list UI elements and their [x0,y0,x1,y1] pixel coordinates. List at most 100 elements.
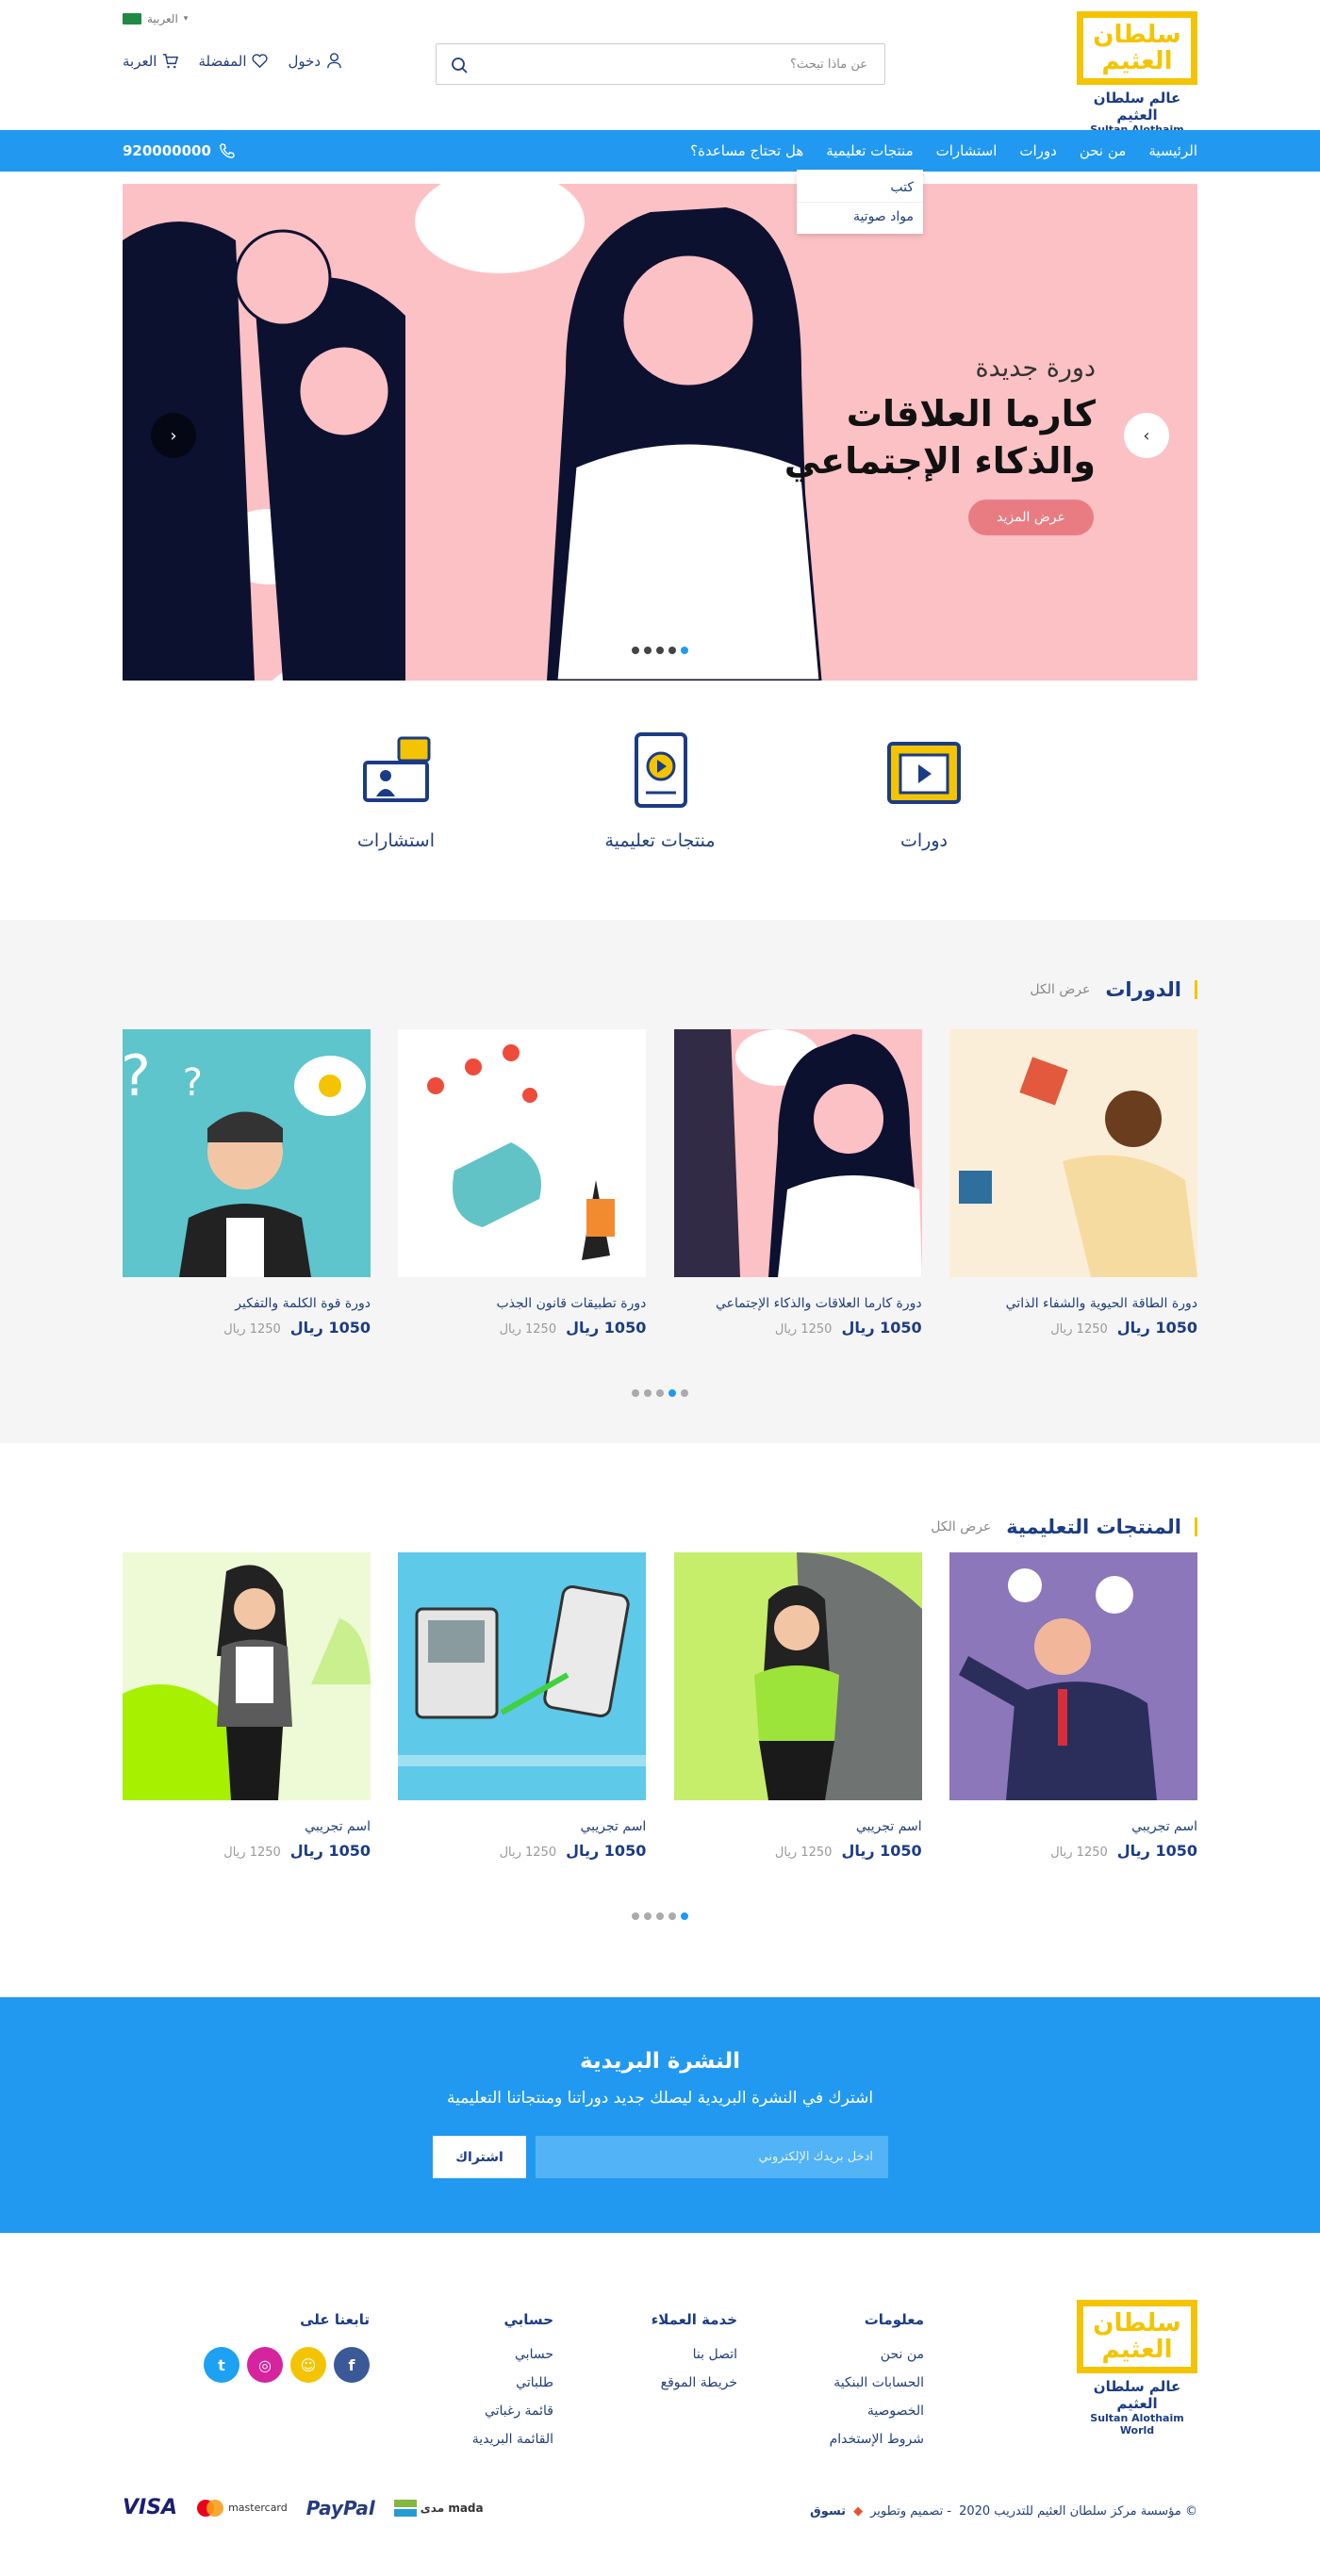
product-card[interactable]: اسم تجريبي 1050 ريال 1250 ريال [673,1552,922,1860]
footer-link-about[interactable]: من نحن [830,2347,924,2362]
favorites-link[interactable]: المفضلة [198,52,269,70]
site-footer: سلطان العثيم عالم سلطان العثيم Sultan Al… [0,2300,1320,2576]
phone-number[interactable]: 920000000 [123,130,236,172]
course-price: 1050 ريال [841,1319,922,1337]
category-consultations[interactable]: استشارات [321,730,471,851]
hero-more-button[interactable]: عرض المزيد [968,500,1094,535]
copyright-text: © مؤسسة مركز سلطان العثيم للتدريب 2020 [959,2504,1197,2519]
twitter-icon[interactable]: t [204,2347,239,2383]
slider-prev-button[interactable]: ‹ [151,413,196,458]
phone-label: 920000000 [123,142,211,159]
course-price: 1050 ريال [1116,1319,1197,1337]
footer-link-sitemap[interactable]: خريطة الموقع [652,2375,737,2390]
footer-follow-column: تابعنا على t ◎ ☺ f [204,2311,370,2396]
slider-dot[interactable] [681,647,688,654]
product-old-price: 1250 ريال [774,1846,833,1860]
product-price: 1050 ريال [841,1842,922,1860]
footer-link-orders[interactable]: طلباتي [472,2375,553,2390]
carousel-dot[interactable] [632,1389,639,1397]
nav-item-about[interactable]: من نحن [1080,142,1127,159]
slider-dot[interactable] [656,647,664,654]
footer-link-terms[interactable]: شروط الإستخدام [830,2432,924,2447]
login-link[interactable]: دخول [288,52,343,70]
footer-link-bank[interactable]: الحسابات البنكية [830,2375,924,2390]
site-logo[interactable]: سلطان العثيم عالم سلطان العثيم Sultan Al… [1077,11,1197,148]
slider-dot[interactable] [668,647,676,654]
product-card[interactable]: اسم تجريبي 1050 ريال 1250 ريال [123,1552,371,1860]
carousel-dot[interactable] [656,1389,664,1397]
course-price: 1050 ريال [566,1319,647,1337]
footer-logo[interactable]: سلطان العثيم عالم سلطان العثيم Sultan Al… [1077,2300,1197,2437]
view-all-link[interactable]: عرض الكل [931,1519,991,1534]
category-courses[interactable]: دورات [849,730,999,851]
slider-dot[interactable] [632,647,639,654]
cart-link[interactable]: العربة [123,52,179,70]
instagram-icon[interactable]: ◎ [247,2347,283,2383]
course-old-price: 1250 ريال [499,1322,557,1337]
footer-info-column: معلومات من نحن الحسابات البنكية الخصوصية… [830,2311,924,2460]
tasawaq-logo-icon: ◆ [853,2504,864,2519]
footer-link-account[interactable]: حسابي [472,2347,553,2362]
footer-link-wishlist[interactable]: قائمة رغباتي [472,2404,553,2419]
product-image [949,1552,1197,1800]
carousel-dot[interactable] [681,1912,688,1920]
footer-link-mailing[interactable]: القائمة البريدية [472,2432,553,2447]
product-image [123,1552,371,1800]
carousel-dot[interactable] [681,1389,688,1397]
courses-dots [632,1389,688,1397]
footer-link-contact[interactable]: اتصل بنا [652,2347,737,2362]
nav-item-consultations[interactable]: استشارات [936,142,998,159]
slider-dot[interactable] [644,647,652,654]
email-field[interactable] [536,2136,888,2178]
courses-list: دورة الطاقة الحيوية والشفاء الذاتي 1050 … [123,1029,1197,1337]
hero-subtitle: دورة جديدة [975,353,1096,383]
slider-next-button[interactable]: › [1124,413,1169,458]
carousel-dot[interactable] [668,1912,676,1920]
mastercard-icon: mastercard [196,2499,288,2517]
credit-brand[interactable]: تسوق [810,2504,846,2519]
dropdown-item-audio[interactable]: مواد صوتية [797,202,923,230]
product-card[interactable]: اسم تجريبي 1050 ريال 1250 ريال [949,1552,1197,1860]
course-name: دورة تطبيقات قانون الجذب [496,1296,647,1311]
product-name: اسم تجريبي [855,1819,922,1834]
facebook-icon[interactable]: f [334,2347,370,2383]
carousel-dot[interactable] [644,1912,652,1920]
nav-item-products[interactable]: منتجات تعليمية [826,142,913,159]
product-card[interactable]: اسم تجريبي 1050 ريال 1250 ريال [398,1552,647,1860]
nav-item-help[interactable]: هل تحتاج مساعدة؟ [690,142,803,159]
footer-link-privacy[interactable]: الخصوصية [830,2404,924,2419]
courses-section: الدورات عرض الكل دورة الطاقة الحيوية وال… [0,920,1320,1443]
course-card[interactable]: دورة كارما العلاقات والذكاء الإجتماعي 10… [673,1029,922,1337]
course-card[interactable]: دورة تطبيقات قانون الجذب 1050 ريال 1250 ر… [398,1029,647,1337]
footer-column-title: معلومات [864,2311,924,2328]
video-folder-icon [887,742,961,804]
user-icon [327,53,341,69]
course-old-price: 1250 ريال [1050,1322,1108,1337]
snapchat-icon[interactable]: ☺ [290,2347,326,2383]
product-price: 1050 ريال [1116,1842,1197,1860]
course-card[interactable]: دورة الطاقة الحيوية والشفاء الذاتي 1050 … [949,1029,1197,1337]
chevron-left-icon: ‹ [170,425,177,446]
nav-item-home[interactable]: الرئيسية [1148,142,1197,159]
hero-title-line2: والذكاء الإجتماعي [784,440,1096,482]
search-input[interactable] [437,44,884,84]
subscribe-button[interactable]: اشتراك [433,2136,526,2178]
nav-item-courses[interactable]: دورات [1019,142,1056,159]
course-image [949,1029,1197,1277]
view-all-link[interactable]: عرض الكل [1030,982,1090,997]
language-selector[interactable]: ▾ العربية [123,12,188,25]
category-products[interactable]: منتجات تعليمية [585,730,735,851]
carousel-dot[interactable] [632,1912,639,1920]
footer-column-title: حسابي [503,2311,553,2328]
course-card[interactable]: ?? دورة قوة الكلمة والتفكير 1050 ريال 125… [123,1029,371,1337]
carousel-dot[interactable] [644,1389,652,1397]
products-list: اسم تجريبي 1050 ريال 1250 ريال اسم تجريبي… [123,1552,1197,1860]
product-name: اسم تجريبي [305,1819,371,1834]
carousel-dot[interactable] [656,1912,664,1920]
carousel-dot[interactable] [668,1389,676,1397]
consultation-icon [363,736,431,802]
section-title: الدورات [1105,980,1197,1000]
dropdown-item-books[interactable]: كتب [797,173,923,202]
search-icon[interactable] [450,56,469,74]
course-image: ?? [123,1029,371,1277]
